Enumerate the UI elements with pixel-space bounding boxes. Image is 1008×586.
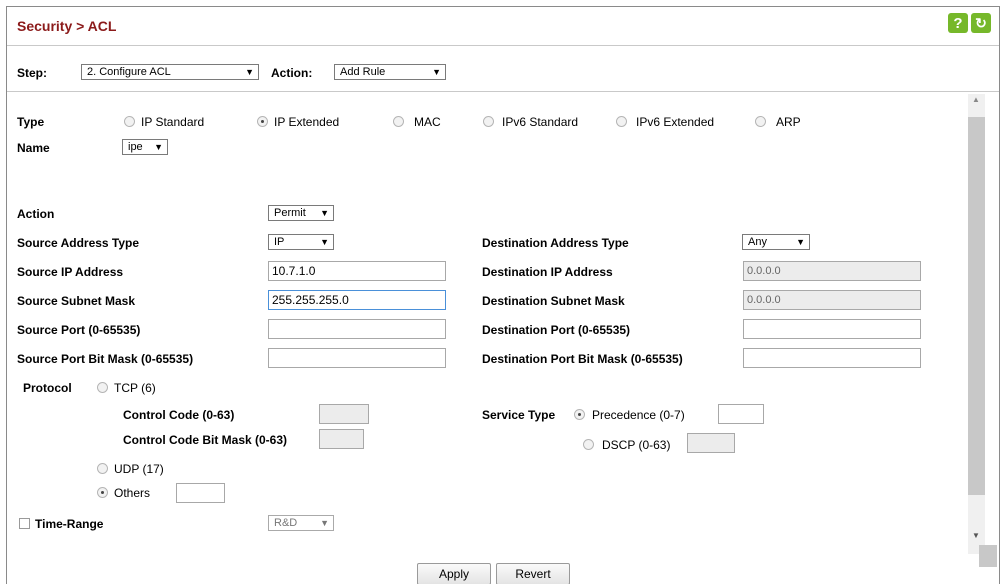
source-mask-label: Source Subnet Mask — [17, 294, 136, 308]
scroll-down-icon[interactable]: ▼ — [972, 531, 980, 540]
destination-port-label: Destination Port (0-65535) — [482, 323, 631, 337]
protocol-radio-tcp[interactable] — [97, 382, 108, 393]
type-radio-ip-extended[interactable] — [257, 116, 268, 127]
step-label: Step: — [17, 66, 47, 80]
destination-port-mask-input[interactable] — [743, 348, 921, 368]
chevron-down-icon: ▼ — [154, 142, 163, 152]
source-port-label: Source Port (0-65535) — [17, 323, 141, 337]
dscp-input[interactable] — [687, 433, 735, 453]
type-radio-ipv6-standard[interactable] — [483, 116, 494, 127]
rule-action-select[interactable]: Permit ▼ — [268, 205, 334, 221]
rule-action-value: Permit — [274, 207, 306, 219]
type-radio-ip-standard[interactable] — [124, 116, 135, 127]
type-option-label: MAC — [414, 115, 441, 129]
source-ip-label: Source IP Address — [17, 265, 124, 279]
protocol-udp-label: UDP (17) — [114, 462, 164, 476]
type-option-label: ARP — [776, 115, 801, 129]
protocol-others-label: Others — [114, 486, 151, 500]
destination-address-type-select[interactable]: Any ▼ — [742, 234, 810, 250]
type-label: Type — [17, 115, 45, 129]
chevron-down-icon: ▼ — [432, 67, 441, 77]
protocol-label: Protocol — [23, 381, 72, 395]
precedence-input[interactable] — [718, 404, 764, 424]
source-port-mask-label: Source Port Bit Mask (0-65535) — [17, 352, 194, 366]
action-label: Action: — [271, 66, 313, 80]
revert-button[interactable]: Revert — [496, 563, 570, 584]
destination-address-type-value: Any — [748, 236, 767, 248]
source-address-type-label: Source Address Type — [17, 236, 140, 250]
control-code-input[interactable] — [319, 404, 369, 424]
destination-port-mask-label: Destination Port Bit Mask (0-65535) — [482, 352, 683, 366]
time-range-select[interactable]: R&D ▼ — [268, 515, 334, 531]
time-range-checkbox[interactable] — [19, 518, 30, 529]
destination-ip-label: Destination IP Address — [482, 265, 613, 279]
rule-action-label: Action — [17, 207, 55, 221]
protocol-tcp-label: TCP (6) — [114, 381, 156, 395]
destination-address-type-label: Destination Address Type — [482, 236, 629, 250]
type-radio-arp[interactable] — [755, 116, 766, 127]
source-port-input[interactable] — [268, 319, 446, 339]
destination-mask-input[interactable]: 0.0.0.0 — [743, 290, 921, 310]
type-option-label: IPv6 Standard — [502, 115, 579, 129]
protocol-radio-others[interactable] — [97, 487, 108, 498]
source-ip-input[interactable]: 10.7.1.0 — [268, 261, 446, 281]
service-radio-precedence[interactable] — [574, 409, 585, 420]
source-port-mask-input[interactable] — [268, 348, 446, 368]
help-icon[interactable]: ? — [948, 13, 968, 33]
source-address-type-value: IP — [274, 236, 285, 248]
type-radio-mac[interactable] — [393, 116, 404, 127]
chevron-down-icon: ▼ — [320, 237, 329, 247]
action-select[interactable]: Add Rule ▼ — [334, 64, 446, 80]
type-option-label: IPv6 Extended — [636, 115, 715, 129]
chevron-down-icon: ▼ — [245, 67, 254, 77]
service-radio-dscp[interactable] — [583, 439, 594, 450]
step-select[interactable]: 2. Configure ACL ▼ — [81, 64, 259, 80]
destination-ip-input[interactable]: 0.0.0.0 — [743, 261, 921, 281]
control-code-mask-label: Control Code Bit Mask (0-63) — [123, 433, 288, 447]
service-precedence-label: Precedence (0-7) — [592, 408, 685, 422]
page-title: Security > ACL — [17, 18, 117, 34]
apply-button[interactable]: Apply — [417, 563, 491, 584]
outer-scrollbar-thumb[interactable] — [979, 545, 997, 567]
name-label: Name — [17, 141, 50, 155]
step-bar: Step: 2. Configure ACL ▼ Action: Add Rule… — [7, 55, 999, 92]
source-address-type-select[interactable]: IP ▼ — [268, 234, 334, 250]
protocol-radio-udp[interactable] — [97, 463, 108, 474]
type-option-label: IP Extended — [274, 115, 340, 129]
name-select[interactable]: ipe ▼ — [122, 139, 168, 155]
chevron-down-icon: ▼ — [796, 237, 805, 247]
destination-mask-label: Destination Subnet Mask — [482, 294, 625, 308]
chevron-down-icon: ▼ — [320, 208, 329, 218]
name-select-value: ipe — [128, 141, 143, 153]
scroll-up-icon[interactable]: ▲ — [972, 95, 980, 104]
chevron-down-icon: ▼ — [320, 518, 329, 528]
time-range-label: Time-Range — [35, 517, 104, 531]
action-select-value: Add Rule — [340, 66, 386, 78]
title-bar: Security > ACL ? ↻ — [7, 7, 999, 46]
source-mask-input[interactable]: 255.255.255.0 — [268, 290, 446, 310]
protocol-others-input[interactable] — [176, 483, 225, 503]
service-type-label: Service Type — [482, 408, 556, 422]
refresh-icon[interactable]: ↻ — [971, 13, 991, 33]
destination-port-input[interactable] — [743, 319, 921, 339]
scrollbar-thumb[interactable] — [968, 117, 985, 495]
type-option-label: IP Standard — [141, 115, 205, 129]
service-dscp-label: DSCP (0-63) — [602, 438, 671, 452]
time-range-value: R&D — [274, 517, 298, 529]
acl-panel: Security > ACL ? ↻ Step: 2. Configure AC… — [6, 6, 1000, 584]
control-code-mask-input[interactable] — [319, 429, 364, 449]
type-radio-ipv6-extended[interactable] — [616, 116, 627, 127]
step-select-value: 2. Configure ACL — [87, 66, 171, 78]
control-code-label: Control Code (0-63) — [123, 408, 235, 422]
